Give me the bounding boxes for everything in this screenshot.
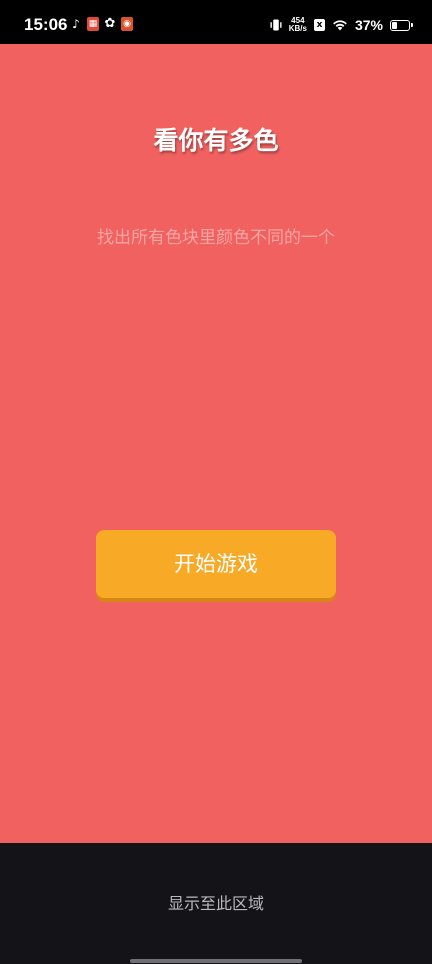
- orange-app-icon: ◉: [121, 17, 133, 31]
- bottom-area: 显示至此区域: [0, 843, 432, 964]
- wifi-icon: [333, 20, 347, 31]
- game-subtitle: 找出所有色块里颜色不同的一个: [97, 228, 335, 248]
- notification-icons: ♪ ▦ ✿ ◉: [70, 17, 133, 31]
- display-area-label: 显示至此区域: [167, 894, 264, 913]
- app-notification-icon: ▦: [87, 17, 99, 31]
- network-speed-unit: KB/s: [288, 24, 307, 33]
- network-speed: 454 KB/s: [289, 17, 307, 33]
- status-bar: 15:06 ♪ ▦ ✿ ◉ 454 KB/s x 37%: [0, 0, 432, 44]
- sim-icon: x: [313, 19, 325, 31]
- vibrate-icon: [270, 19, 282, 31]
- app-screen: 15:06 ♪ ▦ ✿ ◉ 454 KB/s x 37% 看你有多色 找出所有色…: [0, 0, 432, 964]
- status-icons: 454 KB/s x 37%: [270, 14, 413, 36]
- status-time: 15:06: [24, 15, 68, 34]
- battery-icon: [390, 19, 413, 31]
- game-start-screen: 看你有多色 找出所有色块里颜色不同的一个 开始游戏: [0, 44, 432, 843]
- game-title: 看你有多色: [153, 126, 279, 155]
- flower-app-icon: ✿: [104, 16, 116, 31]
- home-indicator[interactable]: [130, 959, 302, 963]
- battery-percent: 37%: [354, 17, 383, 33]
- start-game-button[interactable]: 开始游戏: [96, 530, 336, 598]
- tiktok-icon: ♪: [72, 17, 80, 31]
